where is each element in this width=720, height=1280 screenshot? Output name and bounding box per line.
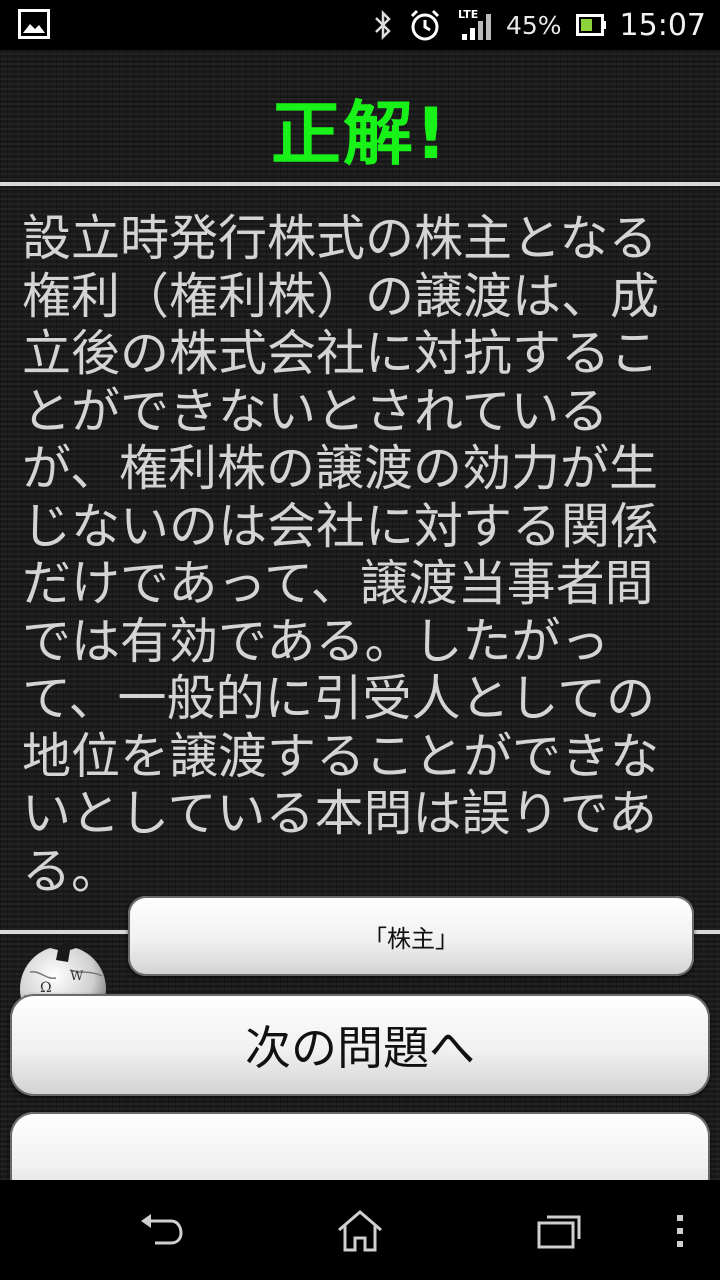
top-divider [0,182,720,186]
clock: 15:07 [619,7,706,43]
next-question-label: 次の問題へ [245,1021,475,1075]
recent-apps-icon[interactable] [530,1206,590,1256]
battery-icon [575,13,606,37]
bluetooth-icon [372,9,394,41]
battery-percent: 45% [505,10,562,40]
navigation-bar [0,1180,720,1280]
status-bar: LTE 45% 15:07 [0,0,720,50]
menu-icon[interactable] [650,1206,710,1256]
wikipedia-term-label: 「株主」 [363,924,459,953]
screen: LTE 45% 15:07 正解! 設立時発行株式の株主となる権利（権利株）の譲… [0,0,720,1280]
explanation-text: 設立時発行株式の株主となる権利（権利株）の譲渡は、成立後の株式会社に対抗すること… [22,210,660,900]
svg-text:W: W [70,969,84,984]
network-type-label: LTE [458,8,478,21]
result-title: 正解! [271,93,449,175]
gallery-icon [18,9,50,39]
home-icon[interactable] [330,1206,390,1256]
next-question-button[interactable]: 次の問題へ [10,994,710,1096]
back-icon[interactable] [130,1206,190,1256]
signal-icon: LTE [456,8,496,42]
alarm-icon [408,8,442,42]
wikipedia-term-button[interactable]: 「株主」 [128,896,694,976]
